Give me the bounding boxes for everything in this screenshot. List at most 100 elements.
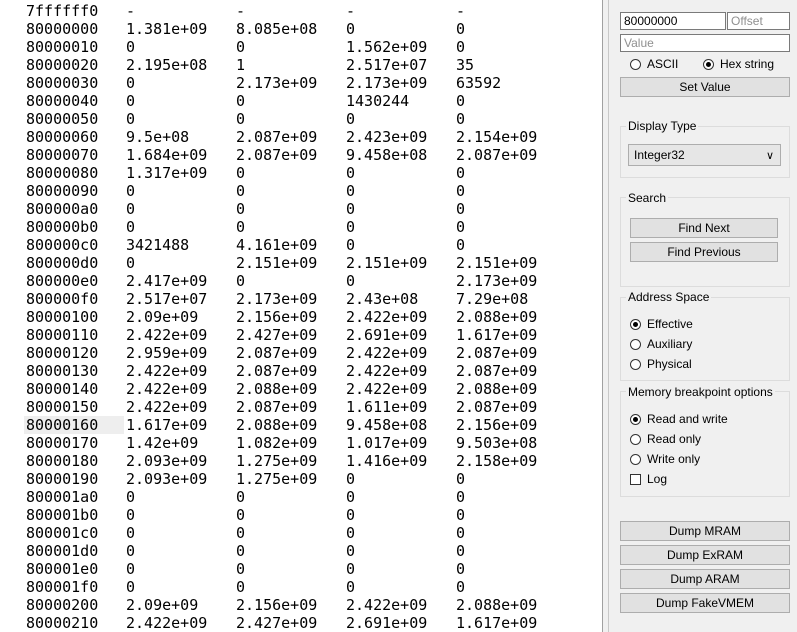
memory-row[interactable]: 80000010 0 0 1.562e+09 0	[0, 38, 602, 56]
memory-row[interactable]: 800001f0 0 0 0 0	[0, 578, 602, 596]
dump-fakevmem-button[interactable]: Dump FakeVMEM	[620, 593, 790, 613]
memory-value: 2.093e+09	[126, 470, 208, 488]
memory-row[interactable]: 80000070 1.684e+09 2.087e+09 9.458e+08 2.087…	[0, 146, 602, 164]
memory-address: 80000150	[26, 398, 99, 416]
memory-address: 80000190	[26, 470, 99, 488]
memory-value: 0	[346, 236, 356, 254]
address-input[interactable]	[620, 12, 726, 30]
write-only-radio[interactable]: Write only	[630, 451, 700, 467]
memory-row[interactable]: 80000030 0 2.173e+09 2.173e+09 63592	[0, 74, 602, 92]
memory-row[interactable]: 800000e0 2.417e+09 0 0 2.173e+09	[0, 272, 602, 290]
memory-value: 0	[126, 542, 136, 560]
memory-value: 2.151e+09	[236, 254, 318, 272]
memory-row[interactable]: 80000160 1.617e+09 2.088e+09 9.458e+08 2.156…	[0, 416, 602, 434]
memory-row[interactable]: 800000d0 0 2.151e+09 2.151e+09 2.151e+09	[0, 254, 602, 272]
memory-value: 0	[346, 272, 356, 290]
memory-value: 8.085e+08	[236, 20, 318, 38]
memory-value: 9.503e+08	[456, 434, 538, 452]
memory-row[interactable]: 80000150 2.422e+09 2.087e+09 1.611e+09 2.087…	[0, 398, 602, 416]
memory-row[interactable]: 80000080 1.317e+09 0 0 0	[0, 164, 602, 182]
read-only-radio[interactable]: Read only	[630, 431, 701, 447]
memory-row[interactable]: 80000130 2.422e+09 2.087e+09 2.422e+09 2.087…	[0, 362, 602, 380]
memory-value: 9.458e+08	[346, 416, 428, 434]
memory-row[interactable]: 80000060 9.5e+08 2.087e+09 2.423e+09 2.154e+…	[0, 128, 602, 146]
memory-row[interactable]: 800001e0 0 0 0 0	[0, 560, 602, 578]
memory-row[interactable]: 800000c0 3421488 4.161e+09 0 0	[0, 236, 602, 254]
physical-radio-label: Physical	[647, 357, 692, 371]
memory-value: 2.087e+09	[456, 344, 538, 362]
ascii-radio[interactable]: ASCII	[630, 56, 678, 72]
memory-row[interactable]: 80000200 2.09e+09 2.156e+09 2.422e+09 2.088e…	[0, 596, 602, 614]
memory-value: 0	[456, 524, 466, 542]
display-type-select[interactable]: Integer32 ∨	[628, 144, 781, 166]
memory-row[interactable]: 800001b0 0 0 0 0	[0, 506, 602, 524]
address-space-title: Address Space	[626, 290, 712, 304]
memory-row[interactable]: 7ffffff0 - - - -	[0, 2, 602, 20]
memory-value: 2.09e+09	[126, 596, 199, 614]
dump-mram-button[interactable]: Dump MRAM	[620, 521, 790, 541]
memory-row[interactable]: 800001a0 0 0 0 0	[0, 488, 602, 506]
memory-value: 0	[236, 182, 246, 200]
memory-row[interactable]: 80000180 2.093e+09 1.275e+09 1.416e+09 2.158…	[0, 452, 602, 470]
memory-row[interactable]: 80000000 1.381e+09 8.085e+08 0 0	[0, 20, 602, 38]
memory-row[interactable]: 80000190 2.093e+09 1.275e+09 0 0	[0, 470, 602, 488]
memory-value: 0	[126, 182, 136, 200]
memory-row[interactable]: 800000f0 2.517e+07 2.173e+09 2.43e+08 7.29e+…	[0, 290, 602, 308]
memory-value: 0	[126, 488, 136, 506]
memory-view[interactable]: 7ffffff0- - - -80000000 1.381e+09 8.085e+08 0 0…	[0, 0, 603, 632]
memory-row[interactable]: 80000140 2.422e+09 2.088e+09 2.422e+09 2.088…	[0, 380, 602, 398]
effective-radio[interactable]: Effective	[630, 316, 693, 332]
log-checkbox[interactable]: Log	[630, 471, 667, 487]
memory-value: 0	[126, 524, 136, 542]
dump-exram-button[interactable]: Dump ExRAM	[620, 545, 790, 565]
memory-address: 800001c0	[26, 524, 99, 542]
memory-value: 0	[346, 560, 356, 578]
memory-row[interactable]: 80000170 1.42e+09 1.082e+09 1.017e+09 9.503e…	[0, 434, 602, 452]
memory-value: 2.43e+08	[346, 290, 419, 308]
auxiliary-radio[interactable]: Auxiliary	[630, 336, 692, 352]
memory-value: 2.087e+09	[236, 128, 318, 146]
memory-row[interactable]: 80000040 0 0 1430244 0	[0, 92, 602, 110]
memory-row[interactable]: 80000020 2.195e+08 1 2.517e+07 35	[0, 56, 602, 74]
memory-address: 80000140	[26, 380, 99, 398]
memory-value: 0	[236, 524, 246, 542]
memory-row[interactable]: 800001c0 0 0 0 0	[0, 524, 602, 542]
memory-address: 80000060	[26, 128, 99, 146]
memory-value: 0	[456, 578, 466, 596]
memory-row[interactable]: 800001d0 0 0 0 0	[0, 542, 602, 560]
memory-value: 2.088e+09	[456, 380, 538, 398]
memory-row[interactable]: 80000050 0 0 0 0	[0, 110, 602, 128]
memory-value: -	[346, 2, 356, 20]
find-next-button[interactable]: Find Next	[630, 218, 778, 238]
memory-value: 2.422e+09	[346, 308, 428, 326]
memory-row[interactable]: 80000210 2.422e+09 2.427e+09 2.691e+09 1.617…	[0, 614, 602, 632]
set-value-button[interactable]: Set Value	[620, 77, 790, 97]
memory-address: 80000110	[26, 326, 99, 344]
memory-row[interactable]: 80000090 0 0 0 0	[0, 182, 602, 200]
memory-value: 63592	[456, 74, 502, 92]
find-previous-button[interactable]: Find Previous	[630, 242, 778, 262]
physical-radio[interactable]: Physical	[630, 356, 692, 372]
hex-string-radio[interactable]: Hex string	[703, 56, 774, 72]
memory-value: 0	[126, 110, 136, 128]
effective-radio-label: Effective	[647, 317, 693, 331]
memory-value: 0	[346, 470, 356, 488]
memory-address: 7ffffff0	[26, 2, 99, 20]
memory-value: 2.422e+09	[346, 362, 428, 380]
value-input[interactable]	[620, 34, 790, 52]
memory-row[interactable]: 80000100 2.09e+09 2.156e+09 2.422e+09 2.088e…	[0, 308, 602, 326]
memory-row[interactable]: 80000120 2.959e+09 2.087e+09 2.422e+09 2.087…	[0, 344, 602, 362]
memory-value: 1.275e+09	[236, 470, 318, 488]
memory-value: 0	[456, 38, 466, 56]
read-write-radio[interactable]: Read and write	[630, 411, 728, 427]
memory-row[interactable]: 800000a0 0 0 0 0	[0, 200, 602, 218]
memory-value: 0	[456, 542, 466, 560]
memory-row[interactable]: 80000110 2.422e+09 2.427e+09 2.691e+09 1.617…	[0, 326, 602, 344]
memory-value: 0	[456, 488, 466, 506]
memory-row[interactable]: 800000b0 0 0 0 0	[0, 218, 602, 236]
memory-address: 800001a0	[26, 488, 99, 506]
offset-input[interactable]	[727, 12, 790, 30]
dump-aram-button[interactable]: Dump ARAM	[620, 569, 790, 589]
memory-value: 2.195e+08	[126, 56, 208, 74]
memory-value: 1.617e+09	[456, 614, 538, 632]
